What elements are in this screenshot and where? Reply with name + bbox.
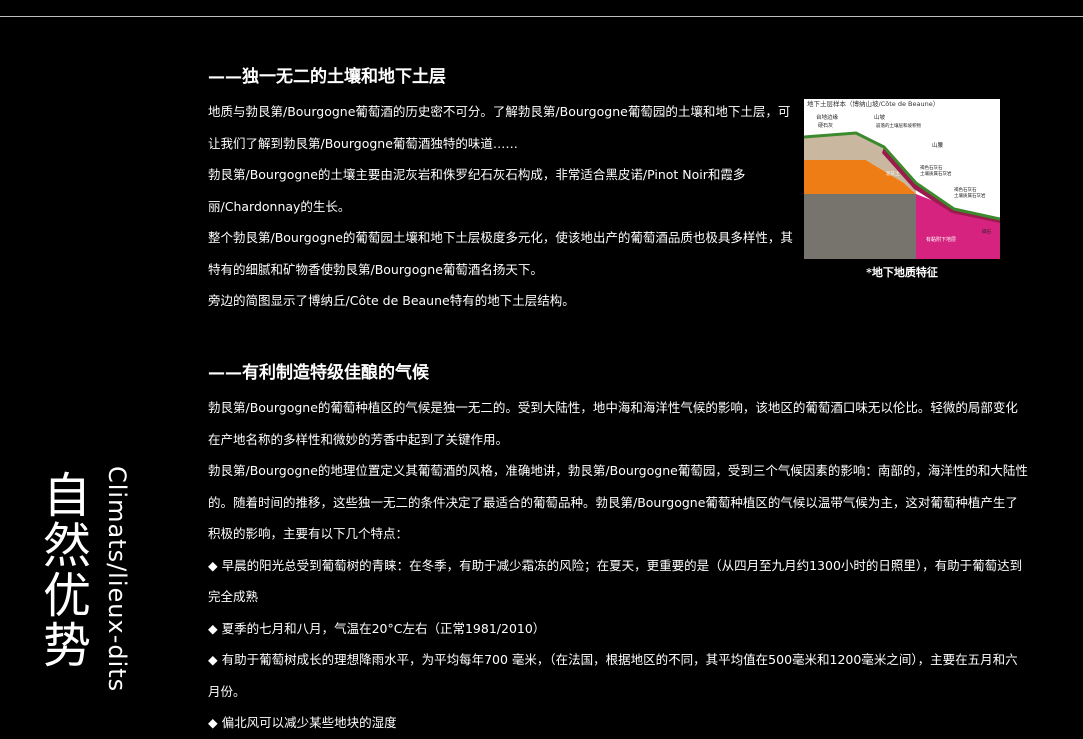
label-mountain: 山腰 (932, 141, 944, 149)
section-soil-paragraph: 地质与勃艮第/Bourgogne葡萄酒的历史密不可分。了解勃艮第/Bourgog… (208, 104, 791, 151)
section-soil: ——独一无二的土壤和地下土层 地质与勃艮第/Bourgogne葡萄酒的历史密不可… (208, 66, 798, 317)
label-brown: 褐色石灰石 (920, 164, 943, 171)
section-soil-paragraph: 勃艮第/Bourgogne的土壤主要由泥灰岩和侏罗纪石灰石构成，非常适合黑皮诺/… (208, 167, 746, 214)
gray-layer (804, 194, 916, 259)
label-plateau: 台地边缘 (816, 113, 839, 121)
section-climate-heading: ——有利制造特级佳酿的气候 (208, 363, 429, 383)
climate-bullet: ◆ 夏季的七月和八月，气温在20°C左右（正常1981/2010） (208, 620, 546, 636)
section-climate-paragraph: 勃艮第/Bourgogne的地理位置定义其葡萄酒的风格，准确地讲，勃艮第/Bou… (208, 463, 1028, 541)
climate-bullet: ◆ 早晨的阳光总受到葡萄树的青睐：在冬季，有助于减少霜冻的风险；在夏天，更重要的… (208, 557, 1023, 605)
side-title-chinese: 自然优势 (34, 470, 90, 670)
label-pink: 有黏附下地层 (926, 236, 956, 243)
section-climate: ——有利制造特级佳酿的气候 勃艮第/Bourgogne的葡萄种植区的气候是独一无… (208, 362, 1028, 739)
top-divider (0, 16, 1083, 17)
section-soil-paragraph: 旁边的简图显示了博纳丘/Côte de Beaune特有的地下土层结构。 (208, 293, 575, 308)
label-red: 褐色石灰石 (954, 186, 977, 193)
section-soil-paragraph: 整个勃艮第/Bourgogne的葡萄园土壤和地下土层极度多元化，使该地出产的葡萄… (208, 230, 793, 277)
label-red-sub: 土壤质属石灰岩 (954, 192, 986, 199)
label-slope: 山坡 (874, 113, 886, 121)
soil-diagram-svg: 地下土层样本（博纳山坡/Côte de Beaune） 台地边缘 硬石灰 山坡 … (804, 99, 1000, 259)
climate-bullet: ◆ 偏北风可以减少某些地块的湿度 (208, 715, 397, 730)
label-marl: 泥灰土 (886, 170, 900, 177)
climate-bullet: ◆ 有助于葡萄树成长的理想降雨水平，为平均每年700 毫米，（在法国，根据地区的… (208, 652, 1018, 699)
side-title-english: Climats/lieux-dits (103, 466, 131, 693)
soil-diagram: 地下土层样本（博纳山坡/Côte de Beaune） 台地边缘 硬石灰 山坡 … (804, 99, 1000, 259)
label-bottom: 碎石 (982, 228, 991, 235)
label-plateau-sub: 硬石灰 (818, 122, 833, 129)
figure-caption: *地下地质特征 (866, 266, 938, 279)
label-slope-note: 崩落的土壤层和坡积物 (876, 122, 921, 129)
label-brown-sub: 土壤质属石灰岩 (920, 170, 952, 177)
diagram-title: 地下土层样本（博纳山坡/Côte de Beaune） (807, 99, 939, 108)
section-climate-paragraph: 勃艮第/Bourgogne的葡萄种植区的气候是独一无二的。受到大陆性，地中海和海… (208, 400, 1018, 447)
section-soil-heading: ——独一无二的土壤和地下土层 (208, 67, 446, 87)
magenta-layer (916, 194, 1000, 259)
